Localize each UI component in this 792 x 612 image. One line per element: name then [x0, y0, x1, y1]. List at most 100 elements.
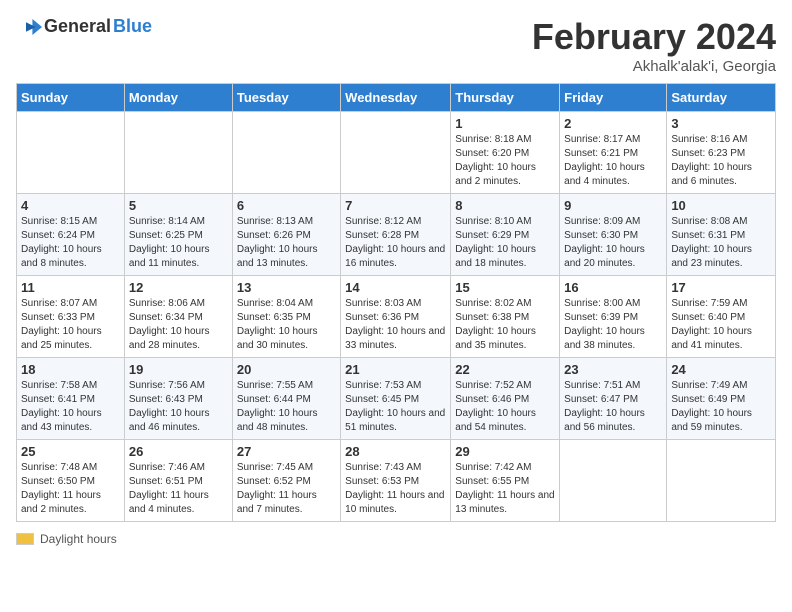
day-info: Sunrise: 7:56 AM Sunset: 6:43 PM Dayligh…	[129, 379, 228, 435]
calendar-cell: 5 Sunrise: 8:14 AM Sunset: 6:25 PM Daylig…	[124, 194, 232, 276]
day-number: 20	[237, 362, 336, 377]
calendar-cell: 12Sunrise: 8:06 AM Sunset: 6:34 PM Dayli…	[124, 276, 232, 358]
calendar-cell: 2 Sunrise: 8:17 AM Sunset: 6:21 PM Daylig…	[560, 112, 667, 194]
day-info: Sunrise: 8:02 AM Sunset: 6:38 PM Dayligh…	[455, 297, 555, 353]
page-header: General Blue February 2024 Akhalk'alak'i…	[16, 16, 776, 75]
day-number: 12	[129, 280, 228, 295]
column-header-thursday: Thursday	[451, 84, 560, 112]
day-info: Sunrise: 8:07 AM Sunset: 6:33 PM Dayligh…	[21, 297, 120, 353]
day-info: Sunrise: 7:43 AM Sunset: 6:53 PM Dayligh…	[345, 461, 446, 517]
logo-text-general: General	[44, 16, 111, 37]
day-info: Sunrise: 8:04 AM Sunset: 6:35 PM Dayligh…	[237, 297, 336, 353]
day-info: Sunrise: 8:09 AM Sunset: 6:30 PM Dayligh…	[564, 215, 662, 271]
day-info: Sunrise: 8:10 AM Sunset: 6:29 PM Dayligh…	[455, 215, 555, 271]
day-info: Sunrise: 7:46 AM Sunset: 6:51 PM Dayligh…	[129, 461, 228, 517]
day-number: 21	[345, 362, 446, 377]
day-number: 7	[345, 198, 446, 213]
calendar-cell: 18Sunrise: 7:58 AM Sunset: 6:41 PM Dayli…	[17, 358, 125, 440]
day-info: Sunrise: 8:17 AM Sunset: 6:21 PM Dayligh…	[564, 133, 662, 189]
calendar-cell: 13 Sunrise: 8:04 AM Sunset: 6:35 PM Dayli…	[232, 276, 340, 358]
calendar-cell: 20 Sunrise: 7:55 AM Sunset: 6:44 PM Dayli…	[232, 358, 340, 440]
day-info: Sunrise: 8:08 AM Sunset: 6:31 PM Dayligh…	[671, 215, 771, 271]
calendar-cell: 22 Sunrise: 7:52 AM Sunset: 6:46 PM Dayli…	[451, 358, 560, 440]
day-number: 15	[455, 280, 555, 295]
calendar-cell: 1 Sunrise: 8:18 AM Sunset: 6:20 PM Daylig…	[451, 112, 560, 194]
day-number: 22	[455, 362, 555, 377]
title-block: February 2024 Akhalk'alak'i, Georgia	[532, 16, 776, 75]
calendar-cell: 29 Sunrise: 7:42 AM Sunset: 6:55 PM Dayli…	[451, 440, 560, 522]
calendar-cell	[667, 440, 776, 522]
day-number: 13	[237, 280, 336, 295]
calendar-week-row: 1 Sunrise: 8:18 AM Sunset: 6:20 PM Daylig…	[17, 112, 776, 194]
calendar-cell: 11 Sunrise: 8:07 AM Sunset: 6:33 PM Dayli…	[17, 276, 125, 358]
calendar-cell: 19Sunrise: 7:56 AM Sunset: 6:43 PM Dayli…	[124, 358, 232, 440]
day-info: Sunrise: 7:51 AM Sunset: 6:47 PM Dayligh…	[564, 379, 662, 435]
column-header-wednesday: Wednesday	[341, 84, 451, 112]
day-number: 5	[129, 198, 228, 213]
calendar-week-row: 4 Sunrise: 8:15 AM Sunset: 6:24 PM Daylig…	[17, 194, 776, 276]
day-number: 4	[21, 198, 120, 213]
day-number: 11	[21, 280, 120, 295]
day-number: 26	[129, 444, 228, 459]
day-number: 16	[564, 280, 662, 295]
calendar-week-row: 25 Sunrise: 7:48 AM Sunset: 6:50 PM Dayli…	[17, 440, 776, 522]
day-info: Sunrise: 8:13 AM Sunset: 6:26 PM Dayligh…	[237, 215, 336, 271]
calendar-week-row: 18Sunrise: 7:58 AM Sunset: 6:41 PM Dayli…	[17, 358, 776, 440]
calendar-cell: 28 Sunrise: 7:43 AM Sunset: 6:53 PM Dayli…	[341, 440, 451, 522]
calendar-header-row: SundayMondayTuesdayWednesdayThursdayFrid…	[17, 84, 776, 112]
day-number: 14	[345, 280, 446, 295]
day-info: Sunrise: 7:59 AM Sunset: 6:40 PM Dayligh…	[671, 297, 771, 353]
day-number: 29	[455, 444, 555, 459]
day-number: 24	[671, 362, 771, 377]
day-info: Sunrise: 8:16 AM Sunset: 6:23 PM Dayligh…	[671, 133, 771, 189]
day-info: Sunrise: 7:48 AM Sunset: 6:50 PM Dayligh…	[21, 461, 120, 517]
calendar-cell	[232, 112, 340, 194]
day-number: 25	[21, 444, 120, 459]
day-info: Sunrise: 7:49 AM Sunset: 6:49 PM Dayligh…	[671, 379, 771, 435]
month-year: February 2024	[532, 16, 776, 58]
day-number: 10	[671, 198, 771, 213]
day-number: 1	[455, 116, 555, 131]
calendar-cell: 24 Sunrise: 7:49 AM Sunset: 6:49 PM Dayli…	[667, 358, 776, 440]
day-info: Sunrise: 8:12 AM Sunset: 6:28 PM Dayligh…	[345, 215, 446, 271]
day-info: Sunrise: 7:53 AM Sunset: 6:45 PM Dayligh…	[345, 379, 446, 435]
day-number: 27	[237, 444, 336, 459]
day-info: Sunrise: 8:03 AM Sunset: 6:36 PM Dayligh…	[345, 297, 446, 353]
day-number: 28	[345, 444, 446, 459]
column-header-friday: Friday	[560, 84, 667, 112]
calendar-cell	[560, 440, 667, 522]
calendar-cell: 16 Sunrise: 8:00 AM Sunset: 6:39 PM Dayli…	[560, 276, 667, 358]
day-info: Sunrise: 8:18 AM Sunset: 6:20 PM Dayligh…	[455, 133, 555, 189]
calendar-week-row: 11 Sunrise: 8:07 AM Sunset: 6:33 PM Dayli…	[17, 276, 776, 358]
day-number: 23	[564, 362, 662, 377]
calendar-cell: 26 Sunrise: 7:46 AM Sunset: 6:51 PM Dayli…	[124, 440, 232, 522]
day-info: Sunrise: 7:42 AM Sunset: 6:55 PM Dayligh…	[455, 461, 555, 517]
calendar-cell	[17, 112, 125, 194]
day-info: Sunrise: 7:52 AM Sunset: 6:46 PM Dayligh…	[455, 379, 555, 435]
column-header-saturday: Saturday	[667, 84, 776, 112]
daylight-bar-icon	[16, 533, 34, 545]
day-info: Sunrise: 8:14 AM Sunset: 6:25 PM Dayligh…	[129, 215, 228, 271]
logo-text-blue: Blue	[113, 16, 152, 37]
footer-label: Daylight hours	[40, 532, 117, 546]
calendar-cell: 23 Sunrise: 7:51 AM Sunset: 6:47 PM Dayli…	[560, 358, 667, 440]
day-info: Sunrise: 7:45 AM Sunset: 6:52 PM Dayligh…	[237, 461, 336, 517]
day-number: 9	[564, 198, 662, 213]
calendar-cell: 6Sunrise: 8:13 AM Sunset: 6:26 PM Daylig…	[232, 194, 340, 276]
column-header-monday: Monday	[124, 84, 232, 112]
calendar-cell: 3Sunrise: 8:16 AM Sunset: 6:23 PM Daylig…	[667, 112, 776, 194]
day-number: 2	[564, 116, 662, 131]
day-number: 8	[455, 198, 555, 213]
calendar-cell: 7 Sunrise: 8:12 AM Sunset: 6:28 PM Daylig…	[341, 194, 451, 276]
day-info: Sunrise: 7:55 AM Sunset: 6:44 PM Dayligh…	[237, 379, 336, 435]
calendar-cell: 9 Sunrise: 8:09 AM Sunset: 6:30 PM Daylig…	[560, 194, 667, 276]
calendar-cell: 21 Sunrise: 7:53 AM Sunset: 6:45 PM Dayli…	[341, 358, 451, 440]
day-info: Sunrise: 8:00 AM Sunset: 6:39 PM Dayligh…	[564, 297, 662, 353]
logo: General Blue	[16, 16, 152, 37]
calendar-cell	[341, 112, 451, 194]
day-number: 17	[671, 280, 771, 295]
day-number: 18	[21, 362, 120, 377]
calendar-cell: 27 Sunrise: 7:45 AM Sunset: 6:52 PM Dayli…	[232, 440, 340, 522]
calendar-cell: 25 Sunrise: 7:48 AM Sunset: 6:50 PM Dayli…	[17, 440, 125, 522]
day-info: Sunrise: 8:15 AM Sunset: 6:24 PM Dayligh…	[21, 215, 120, 271]
